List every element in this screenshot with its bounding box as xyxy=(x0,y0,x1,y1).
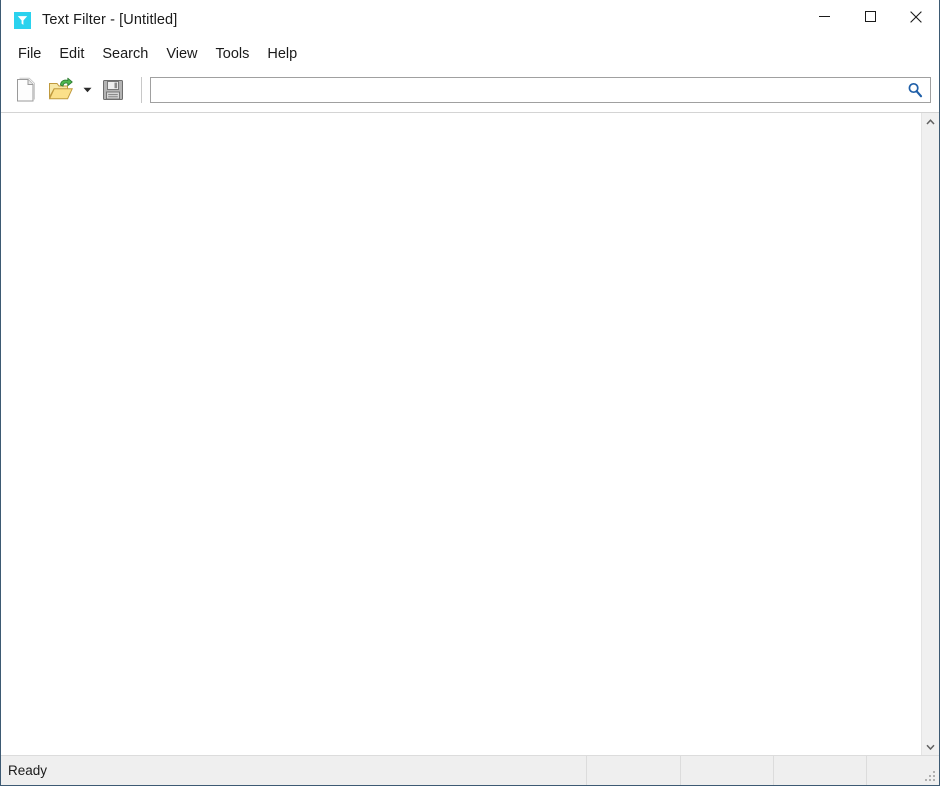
toolbar xyxy=(1,68,939,113)
app-window: Text Filter - [Untitled] File Edit Searc… xyxy=(0,0,940,786)
menu-item-view[interactable]: View xyxy=(157,43,206,66)
toolbar-separator xyxy=(141,77,142,103)
title-bar[interactable]: Text Filter - [Untitled] xyxy=(1,0,939,40)
status-pane-3 xyxy=(774,756,867,785)
scroll-up-button[interactable] xyxy=(922,113,939,130)
new-document-button[interactable] xyxy=(7,73,43,107)
text-editor-pane[interactable] xyxy=(1,113,921,755)
search-magnifier-icon xyxy=(908,82,923,98)
filter-funnel-icon xyxy=(14,11,31,29)
maximize-button[interactable] xyxy=(847,0,893,33)
vertical-scrollbar[interactable] xyxy=(921,113,939,755)
menu-item-tools[interactable]: Tools xyxy=(207,43,259,66)
new-document-icon xyxy=(17,77,35,102)
status-pane-message: Ready xyxy=(1,756,587,785)
open-file-dropdown-button[interactable] xyxy=(79,73,95,107)
close-button[interactable] xyxy=(893,0,939,33)
close-icon xyxy=(910,10,922,23)
menu-item-file[interactable]: File xyxy=(9,43,50,66)
status-bar: Ready xyxy=(1,755,939,785)
search-button[interactable] xyxy=(900,78,930,102)
open-folder-icon xyxy=(48,77,73,100)
window-controls xyxy=(801,0,939,40)
menu-item-help[interactable]: Help xyxy=(258,43,306,66)
chevron-down-icon xyxy=(926,744,935,750)
search-box[interactable] xyxy=(150,77,931,103)
window-title: Text Filter - [Untitled] xyxy=(42,12,178,28)
scrollbar-track[interactable] xyxy=(922,130,939,738)
minimize-button[interactable] xyxy=(801,0,847,33)
resize-grip-icon[interactable] xyxy=(924,770,937,783)
status-pane-2 xyxy=(681,756,774,785)
minimize-icon xyxy=(818,16,830,17)
content-area xyxy=(1,113,939,755)
menu-bar: File Edit Search View Tools Help xyxy=(1,40,939,68)
open-file-button[interactable] xyxy=(43,73,79,107)
status-pane-1 xyxy=(587,756,681,785)
search-input[interactable] xyxy=(151,79,900,101)
funnel-glyph xyxy=(17,15,28,25)
save-button[interactable] xyxy=(95,73,131,107)
maximize-icon xyxy=(864,11,876,22)
chevron-up-icon xyxy=(926,118,935,125)
menu-item-search[interactable]: Search xyxy=(93,43,157,66)
menu-item-edit[interactable]: Edit xyxy=(50,43,93,66)
save-floppy-icon xyxy=(103,80,123,100)
scroll-down-button[interactable] xyxy=(922,738,939,755)
status-pane-4 xyxy=(867,756,939,785)
chevron-down-icon xyxy=(83,87,91,93)
